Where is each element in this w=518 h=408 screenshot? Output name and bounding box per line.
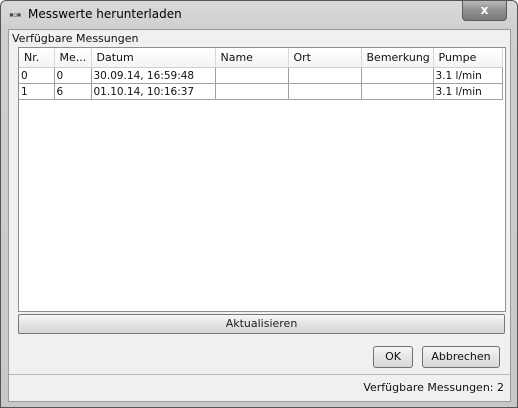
window-title: Messwerte herunterladen	[28, 7, 182, 21]
app-icon: ▪▫▪	[9, 10, 21, 19]
dialog-window: ▪▫▪ Messwerte herunterladen x Verfügbare…	[0, 0, 518, 408]
cancel-button[interactable]: Abbrechen	[422, 346, 500, 368]
cell-messung: 6	[54, 83, 92, 100]
column-header-nr[interactable]: Nr.	[19, 48, 55, 68]
cell-name	[215, 83, 289, 100]
column-header-messung[interactable]: Me...	[54, 48, 92, 68]
cell-nr: 1	[19, 83, 55, 100]
column-header-bemerkung[interactable]: Bemerkung	[361, 48, 434, 68]
measurements-table-area[interactable]: Nr. Me... Datum Name Ort Bemerkung Pumpe…	[18, 47, 506, 312]
title-bar[interactable]: ▪▫▪ Messwerte herunterladen x	[1, 1, 517, 29]
status-bar: Verfügbare Messungen: 2	[9, 374, 510, 401]
cell-ort	[288, 83, 362, 100]
cell-pumpe: 3.1 l/min	[433, 83, 503, 100]
cell-messung: 0	[54, 67, 92, 84]
cell-datum: 30.09.14, 16:59:48	[91, 67, 216, 84]
close-button[interactable]: x	[462, 1, 507, 21]
column-header-ort[interactable]: Ort	[288, 48, 362, 68]
ok-button[interactable]: OK	[373, 346, 413, 368]
refresh-button[interactable]: Aktualisieren	[18, 314, 505, 334]
cell-bemerkung	[361, 83, 434, 100]
column-header-name[interactable]: Name	[215, 48, 289, 68]
measurements-table: Nr. Me... Datum Name Ort Bemerkung Pumpe…	[19, 48, 503, 100]
column-header-pumpe[interactable]: Pumpe	[433, 48, 503, 68]
group-title: Verfügbare Messungen	[12, 32, 139, 45]
table-row[interactable]: 1 6 01.10.14, 10:16:37 3.1 l/min	[19, 83, 503, 100]
cell-ort	[288, 67, 362, 84]
cell-pumpe: 3.1 l/min	[433, 67, 503, 84]
cell-name	[215, 67, 289, 84]
cell-bemerkung	[361, 67, 434, 84]
cell-nr: 0	[19, 67, 55, 84]
dialog-client-area: Verfügbare Messungen Nr. Me... Datum Nam…	[8, 29, 511, 402]
status-text: Verfügbare Messungen: 2	[363, 381, 504, 394]
cell-datum: 01.10.14, 10:16:37	[91, 83, 216, 100]
column-header-datum[interactable]: Datum	[91, 48, 216, 68]
table-header-row: Nr. Me... Datum Name Ort Bemerkung Pumpe	[19, 48, 503, 68]
table-row[interactable]: 0 0 30.09.14, 16:59:48 3.1 l/min	[19, 67, 503, 84]
